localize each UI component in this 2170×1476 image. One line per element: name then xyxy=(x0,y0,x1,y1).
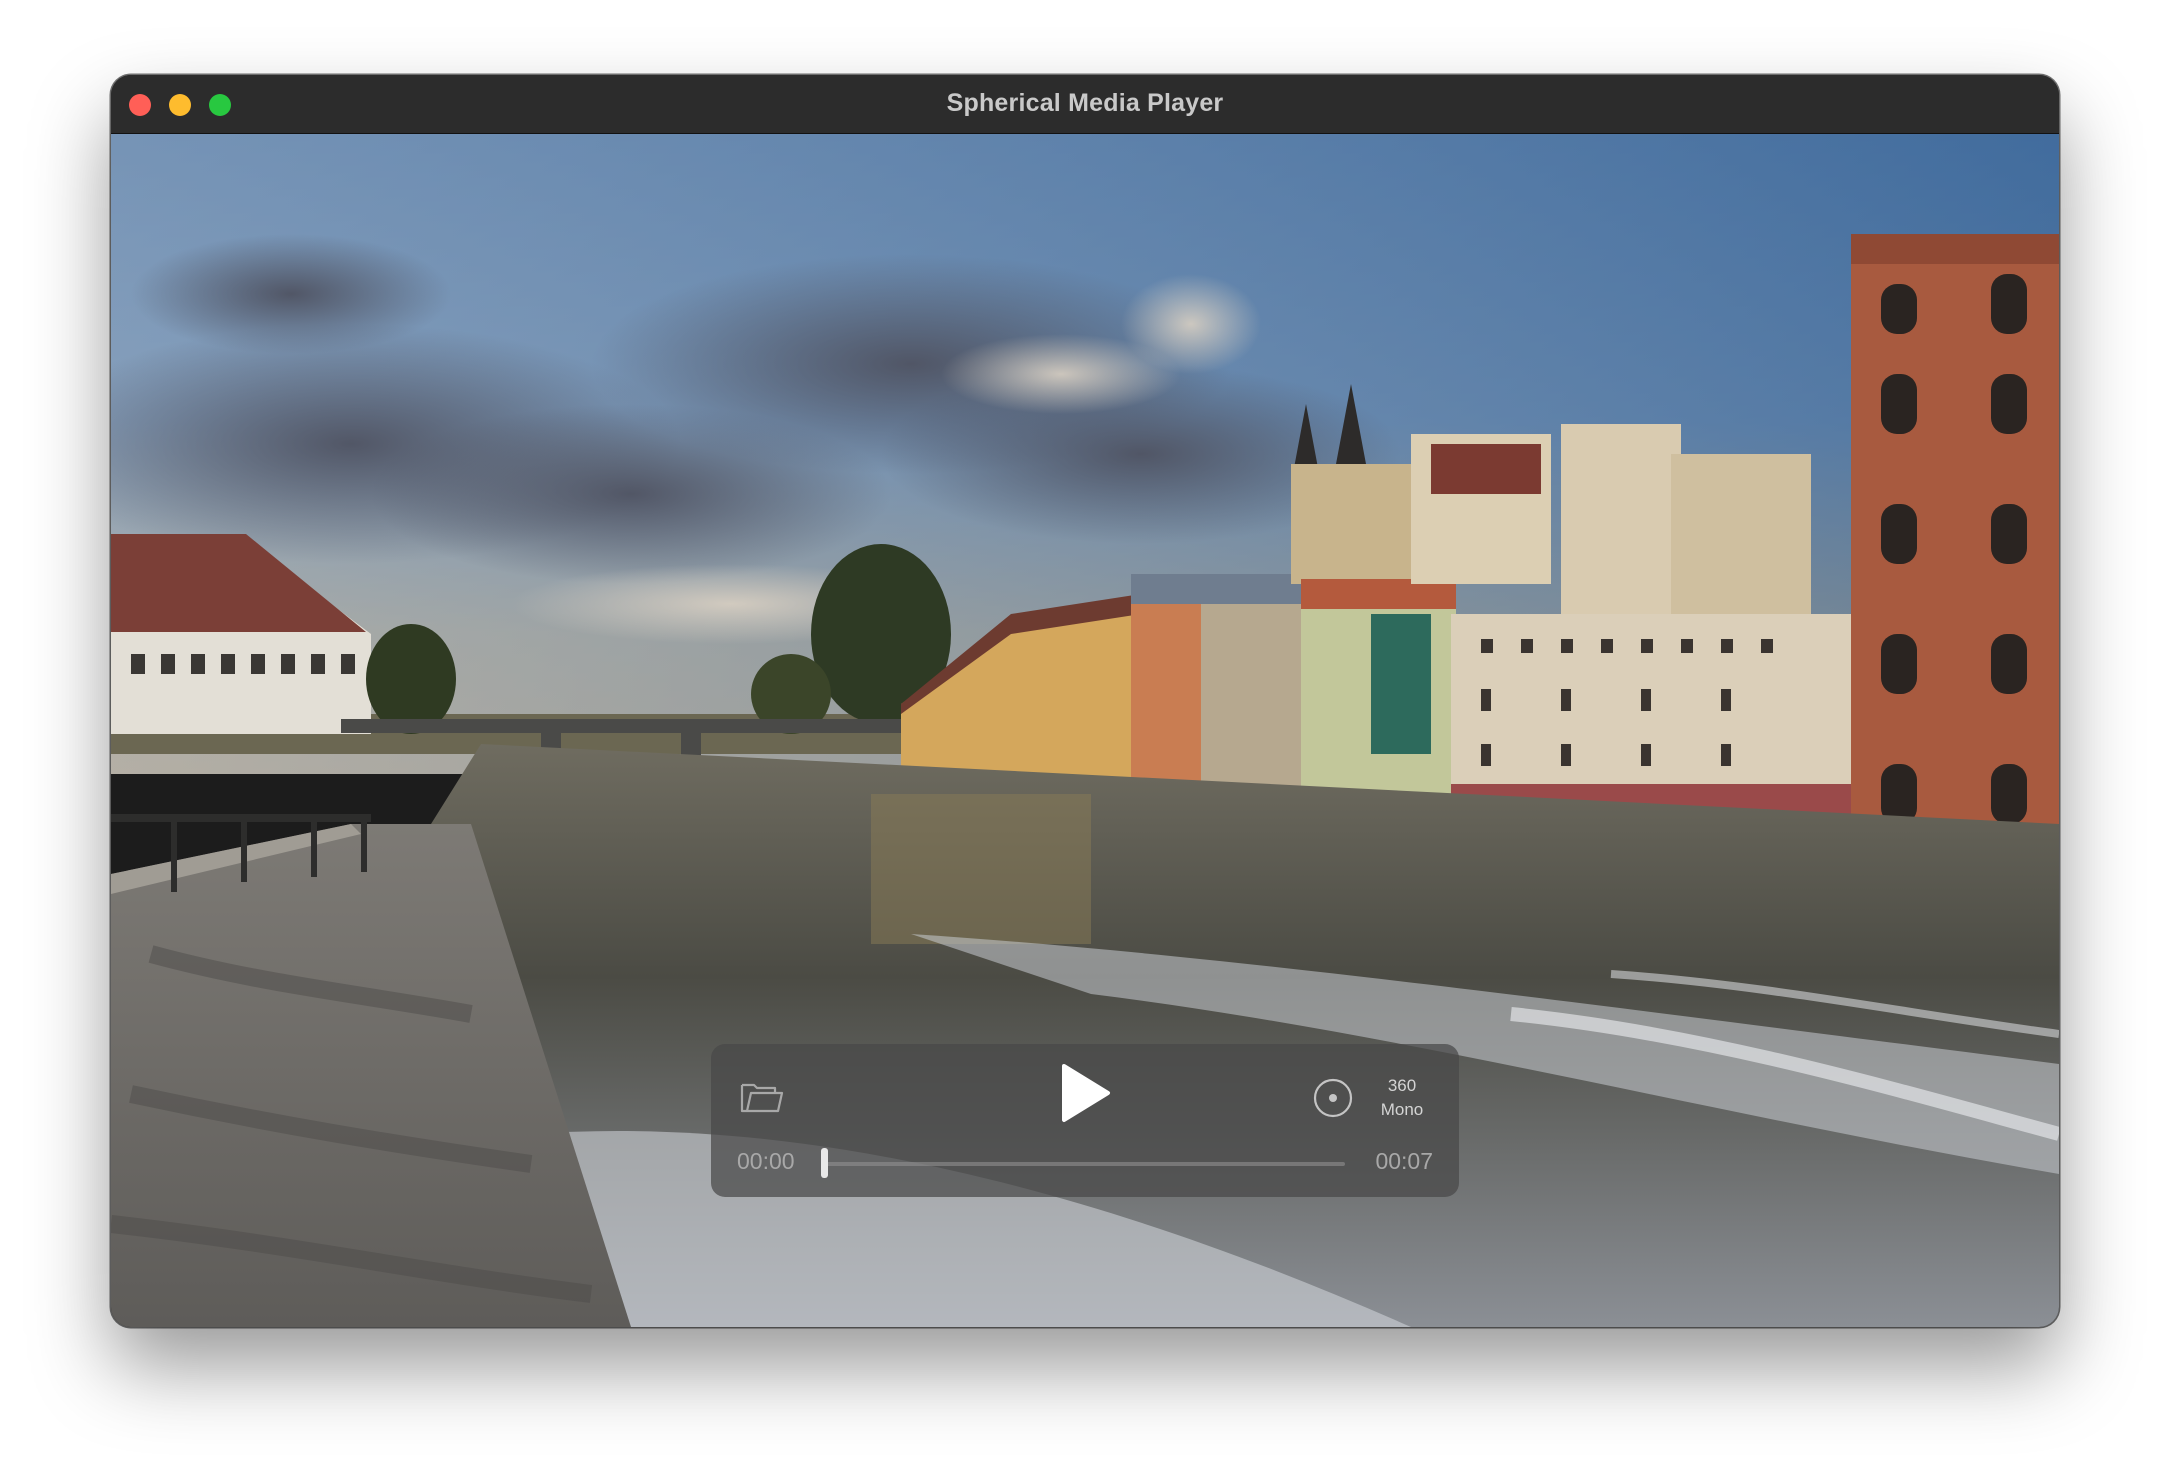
play-icon xyxy=(1062,1064,1110,1122)
window-title: Spherical Media Player xyxy=(946,89,1224,117)
playback-controls: 360 Mono 00:00 00:07 xyxy=(711,1044,1459,1197)
play-button[interactable] xyxy=(1049,1058,1119,1128)
current-time: 00:00 xyxy=(737,1148,795,1174)
projection-mode-button[interactable]: 360 Mono xyxy=(1311,1070,1447,1126)
open-file-button[interactable] xyxy=(737,1076,787,1118)
projection-mode-label: 360 Mono xyxy=(1367,1074,1437,1122)
stereo-mode-label: Mono xyxy=(1380,1100,1424,1119)
seek-bar[interactable] xyxy=(821,1148,1345,1178)
folder-icon xyxy=(740,1083,784,1113)
target-icon xyxy=(1313,1078,1353,1118)
projection-label: 360 xyxy=(1387,1076,1417,1095)
app-window: Spherical Media Player 360 Mono 00:00 00… xyxy=(111,75,2059,1327)
title-bar[interactable]: Spherical Media Player xyxy=(111,75,2059,134)
video-viewport[interactable]: 360 Mono 00:00 00:07 xyxy=(111,134,2059,1327)
total-time: 00:07 xyxy=(1375,1148,1433,1174)
seek-thumb[interactable] xyxy=(821,1148,828,1178)
